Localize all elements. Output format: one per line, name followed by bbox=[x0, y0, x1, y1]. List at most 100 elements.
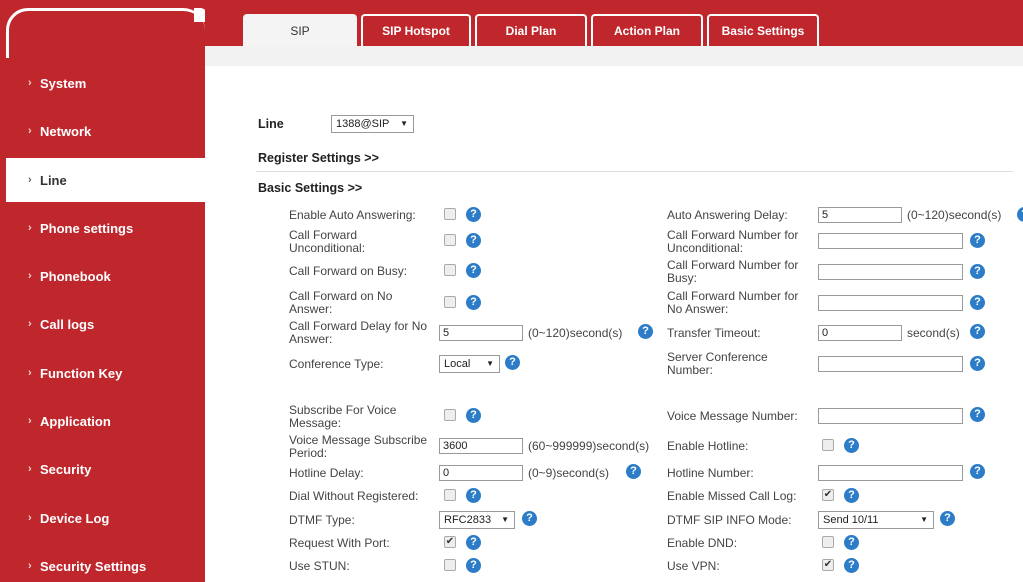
subscribe-vm-checkbox[interactable] bbox=[444, 409, 456, 421]
server-conf-label-1: Server Conference bbox=[667, 350, 768, 364]
auto-answer-delay-input[interactable]: 5 bbox=[818, 207, 902, 223]
help-icon[interactable]: ? bbox=[466, 558, 481, 573]
hotline-delay-input[interactable]: 0 bbox=[439, 465, 523, 481]
cf-delay-label-1: Call Forward Delay for No bbox=[289, 319, 428, 333]
help-icon[interactable]: ? bbox=[466, 535, 481, 550]
cf-noans-label-2: Answer: bbox=[289, 302, 333, 316]
tab-sip[interactable]: SIP bbox=[243, 14, 357, 46]
enable-dnd-label: Enable DND: bbox=[667, 536, 738, 550]
sidebar-item-security[interactable]: › Security bbox=[6, 447, 205, 491]
help-icon[interactable]: ? bbox=[970, 233, 985, 248]
help-icon[interactable]: ? bbox=[466, 263, 481, 278]
cf-busy-label: Call Forward on Busy: bbox=[289, 264, 408, 278]
tab-action-plan[interactable]: Action Plan bbox=[591, 14, 703, 46]
conf-type-select[interactable]: Local ▼ bbox=[439, 355, 500, 373]
help-icon[interactable]: ? bbox=[466, 233, 481, 248]
dtmf-type-select[interactable]: RFC2833 ▼ bbox=[439, 511, 515, 529]
help-icon[interactable]: ? bbox=[970, 356, 985, 371]
sidebar-item-line[interactable]: › Line bbox=[6, 158, 205, 202]
basic-settings-link[interactable]: Basic Settings >> bbox=[258, 182, 362, 195]
cf-uncond-checkbox[interactable] bbox=[444, 234, 456, 246]
missed-call-log-checkbox[interactable]: ✔ bbox=[822, 489, 834, 501]
dial-without-reg-label: Dial Without Registered: bbox=[289, 489, 419, 503]
dial-without-reg-checkbox[interactable] bbox=[444, 489, 456, 501]
sidebar-item-phonebook[interactable]: › Phonebook bbox=[6, 254, 205, 298]
use-stun-label: Use STUN: bbox=[289, 559, 350, 573]
help-icon[interactable]: ? bbox=[844, 438, 859, 453]
cf-delay-input[interactable]: 5 bbox=[439, 325, 523, 341]
enable-hotline-checkbox[interactable] bbox=[822, 439, 834, 451]
sidebar-item-security-settings[interactable]: › Security Settings bbox=[6, 544, 205, 582]
help-icon[interactable]: ? bbox=[505, 355, 520, 370]
help-icon[interactable]: ? bbox=[970, 407, 985, 422]
cf-num-uncond-input[interactable] bbox=[818, 233, 963, 249]
help-icon[interactable]: ? bbox=[466, 295, 481, 310]
help-icon[interactable]: ? bbox=[522, 511, 537, 526]
sidebar-item-system[interactable]: › System bbox=[6, 61, 205, 105]
help-icon[interactable]: ? bbox=[638, 324, 653, 339]
hotline-delay-unit: (0~9)second(s) bbox=[528, 466, 610, 480]
auto-answer-checkbox[interactable] bbox=[444, 208, 456, 220]
cf-noans-checkbox[interactable] bbox=[444, 296, 456, 308]
cf-noans-label-1: Call Forward on No bbox=[289, 289, 393, 303]
cf-num-busy-label-2: Busy: bbox=[667, 271, 698, 285]
dtmf-sip-info-select[interactable]: Send 10/11 ▼ bbox=[818, 511, 934, 529]
help-icon[interactable]: ? bbox=[844, 558, 859, 573]
use-vpn-label: Use VPN: bbox=[667, 559, 720, 573]
help-icon[interactable]: ? bbox=[970, 295, 985, 310]
cf-num-busy-input[interactable] bbox=[818, 264, 963, 280]
server-conf-label-2: Number: bbox=[667, 363, 714, 377]
line-select[interactable]: 1388@SIP ▼ bbox=[331, 115, 414, 133]
sidebar-item-device-log[interactable]: › Device Log bbox=[6, 496, 205, 540]
chevron-right-icon: › bbox=[28, 125, 32, 137]
request-port-label: Request With Port: bbox=[289, 536, 390, 550]
sidebar-item-call-logs[interactable]: › Call logs bbox=[6, 302, 205, 346]
help-icon[interactable]: ? bbox=[844, 488, 859, 503]
hotline-number-input[interactable] bbox=[818, 465, 963, 481]
use-vpn-checkbox[interactable]: ✔ bbox=[822, 559, 834, 571]
vm-number-input[interactable] bbox=[818, 408, 963, 424]
help-icon[interactable]: ? bbox=[940, 511, 955, 526]
help-icon[interactable]: ? bbox=[466, 207, 481, 222]
conf-type-label: Conference Type: bbox=[289, 357, 384, 371]
missed-call-log-label: Enable Missed Call Log: bbox=[667, 489, 797, 503]
cf-busy-checkbox[interactable] bbox=[444, 264, 456, 276]
cf-num-noans-label-1: Call Forward Number for bbox=[667, 289, 799, 303]
help-icon[interactable]: ? bbox=[466, 408, 481, 423]
transfer-timeout-input[interactable]: 0 bbox=[818, 325, 902, 341]
tab-basic-settings[interactable]: Basic Settings bbox=[707, 14, 819, 46]
auto-answer-delay-unit: (0~120)second(s) bbox=[907, 208, 1002, 222]
help-icon[interactable]: ? bbox=[970, 324, 985, 339]
vm-period-input[interactable]: 3600 bbox=[439, 438, 523, 454]
subscribe-vm-label-2: Message: bbox=[289, 416, 342, 430]
enable-dnd-checkbox[interactable] bbox=[822, 536, 834, 548]
tab-dial-plan[interactable]: Dial Plan bbox=[475, 14, 587, 46]
cf-num-noans-input[interactable] bbox=[818, 295, 963, 311]
help-icon[interactable]: ? bbox=[970, 464, 985, 479]
section-divider bbox=[256, 171, 1013, 172]
help-icon[interactable]: ? bbox=[970, 264, 985, 279]
dtmf-type-label: DTMF Type: bbox=[289, 513, 355, 527]
hotline-number-label: Hotline Number: bbox=[667, 466, 754, 480]
tab-sip-hotspot[interactable]: SIP Hotspot bbox=[361, 14, 471, 46]
sidebar-item-function-key[interactable]: › Function Key bbox=[6, 351, 205, 395]
help-icon[interactable]: ? bbox=[1017, 207, 1023, 222]
server-conf-input[interactable] bbox=[818, 356, 963, 372]
sidebar-item-phone-settings[interactable]: › Phone settings bbox=[6, 206, 205, 250]
use-stun-checkbox[interactable] bbox=[444, 559, 456, 571]
help-icon[interactable]: ? bbox=[466, 488, 481, 503]
sidebar-item-application[interactable]: › Application bbox=[6, 399, 205, 443]
chevron-right-icon: › bbox=[28, 367, 32, 379]
help-icon[interactable]: ? bbox=[626, 464, 641, 479]
vm-period-label-1: Voice Message Subscribe bbox=[289, 433, 428, 447]
register-settings-link[interactable]: Register Settings >> bbox=[258, 152, 379, 165]
enable-hotline-label: Enable Hotline: bbox=[667, 439, 749, 453]
help-icon[interactable]: ? bbox=[844, 535, 859, 550]
cf-num-uncond-label-2: Unconditional: bbox=[667, 241, 744, 255]
sidebar-item-network[interactable]: › Network bbox=[6, 109, 205, 153]
content-header-strip bbox=[205, 46, 1023, 66]
cf-uncond-label-2: Unconditional: bbox=[289, 241, 366, 255]
cf-delay-label-2: Answer: bbox=[289, 332, 333, 346]
request-port-checkbox[interactable]: ✔ bbox=[444, 536, 456, 548]
transfer-timeout-unit: second(s) bbox=[907, 326, 960, 340]
